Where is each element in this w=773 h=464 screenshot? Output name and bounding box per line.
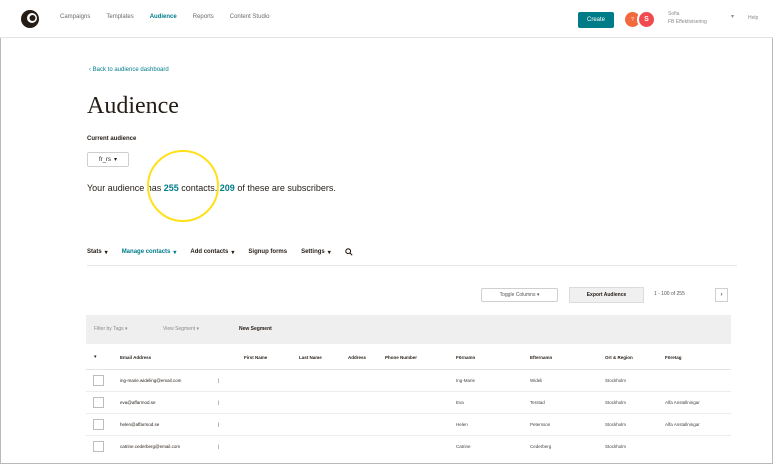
cell-edit-marker: | (218, 422, 220, 427)
subnav-settings-label: Settings (301, 249, 325, 255)
cell-email[interactable]: helen@affarmod.se (120, 422, 159, 427)
highlight-circle (147, 150, 219, 222)
help-link[interactable]: Help (748, 15, 758, 21)
search-icon[interactable] (345, 248, 353, 256)
table-row[interactable]: ing-marie.wideling@email.com | Ing-Marie… (86, 370, 731, 392)
chevron-down-icon: ▾ (173, 249, 177, 256)
subnav-manage-contacts-label: Manage contacts (121, 249, 171, 255)
cell-edit-marker: | (218, 444, 220, 449)
chevron-down-icon: ▾ (327, 249, 331, 256)
cell-ort: Stockholm (605, 400, 627, 405)
column-ort-region[interactable]: Ort & Region (605, 355, 633, 360)
next-page-button[interactable]: › (715, 288, 728, 302)
row-checkbox[interactable] (93, 397, 104, 408)
cell-ort: Stockholm (605, 378, 627, 383)
chevron-down-icon: ▾ (104, 249, 108, 256)
column-first-name[interactable]: First Name (244, 355, 267, 360)
back-to-dashboard-link[interactable]: ‹ Back to audience dashboard (89, 67, 169, 73)
audience-subnav: Stats ▾ Manage contacts ▾ Add contacts ▾ Si… (87, 248, 353, 256)
summary-suffix: of these are subscribers. (234, 183, 336, 193)
cell-fornamn: Catrine (456, 444, 471, 449)
table-row[interactable]: eva@affarmod.se | Eva Terstad Stockholm … (86, 392, 731, 414)
create-button[interactable]: Create (578, 12, 614, 28)
column-email[interactable]: Email Address (120, 355, 151, 360)
column-foretag[interactable]: Företag (665, 355, 682, 360)
cell-email[interactable]: catrine.cederberg@email.com (120, 444, 180, 449)
subnav-signup-forms[interactable]: Signup forms (248, 249, 287, 255)
nav-content-studio[interactable]: Content Studio (230, 14, 270, 20)
mailchimp-logo-icon[interactable] (20, 9, 40, 29)
top-navigation: Campaigns Templates Audience Reports Con… (0, 0, 773, 38)
subnav-stats[interactable]: Stats ▾ (87, 249, 108, 256)
toggle-columns-button[interactable]: Toggle Columns ▾ (481, 288, 558, 302)
row-checkbox[interactable] (93, 375, 104, 386)
account-name: Sofia (668, 11, 680, 17)
nav-campaigns[interactable]: Campaigns (60, 14, 90, 20)
cell-edit-marker: | (218, 378, 220, 383)
cell-efternamn: Cederberg (530, 444, 552, 449)
account-menu[interactable]: Sofia FB Effektivisering (668, 10, 707, 26)
cell-ort: Stockholm (605, 444, 627, 449)
cell-email[interactable]: ing-marie.wideling@email.com (120, 378, 181, 383)
avatar[interactable]: S (637, 10, 656, 29)
column-phone[interactable]: Phone Number (385, 355, 417, 360)
pagination-status: 1 - 100 of 255 (654, 291, 685, 297)
cell-foretag: Alfa Anstallningar (665, 400, 700, 405)
subscribers-count-link[interactable]: 209 (220, 183, 235, 193)
nav-templates[interactable]: Templates (106, 14, 133, 20)
subnav-add-contacts-label: Add contacts (190, 249, 229, 255)
filter-bar: Filter by Tags ▾ View Segment ▾ New Segm… (86, 315, 731, 344)
subnav-manage-contacts[interactable]: Manage contacts ▾ (122, 249, 177, 256)
page-title: Audience (87, 93, 179, 119)
column-last-name[interactable]: Last Name (299, 355, 322, 360)
audience-select-value: fr_rs (98, 156, 111, 163)
cell-efternamn: Wideli (530, 378, 543, 383)
export-audience-button[interactable]: Export Audience (569, 287, 644, 303)
table-row[interactable]: helen@affarmod.se | Helen Petersson Stoc… (86, 414, 731, 436)
column-address[interactable]: Address (348, 355, 366, 360)
audience-select[interactable]: fr_rs ▾ (87, 152, 129, 167)
subnav-add-contacts[interactable]: Add contacts ▾ (190, 249, 234, 256)
row-checkbox[interactable] (93, 419, 104, 430)
filter-by-tags-dropdown[interactable]: Filter by Tags ▾ (94, 326, 128, 332)
cell-edit-marker: | (218, 400, 220, 405)
column-fornamn[interactable]: Förnamn (456, 355, 475, 360)
subnav-signup-forms-label: Signup forms (248, 249, 288, 255)
subnav-stats-label: Stats (87, 249, 102, 255)
chevron-down-icon: ▾ (113, 157, 117, 163)
filter-by-tags-label: Filter by Tags (94, 326, 124, 332)
current-audience-label: Current audience (87, 136, 137, 142)
cell-fornamn: Helen (456, 422, 468, 427)
chevron-down-icon[interactable]: ▾ (731, 13, 734, 20)
nav-audience[interactable]: Audience (150, 14, 177, 20)
nav-reports[interactable]: Reports (193, 14, 214, 20)
cell-efternamn: Petersson (530, 422, 551, 427)
toggle-columns-label: Toggle Columns (499, 292, 536, 298)
subnav-divider (87, 265, 737, 266)
table-row[interactable]: catrine.cederberg@email.com | Catrine Ce… (86, 436, 731, 458)
column-efternamn[interactable]: Efternamn (530, 355, 552, 360)
view-segment-label: View Segment (163, 326, 196, 332)
view-segment-dropdown[interactable]: View Segment ▾ (163, 326, 199, 332)
cell-foretag: Alfa Anstallningar (665, 422, 700, 427)
row-checkbox[interactable] (93, 441, 104, 452)
chevron-down-icon[interactable]: ▾ (94, 354, 97, 360)
account-org: FB Effektivisering (668, 19, 707, 25)
chevron-down-icon: ▾ (231, 249, 235, 256)
cell-fornamn: Eva (456, 400, 464, 405)
cell-fornamn: Ing-Marie (456, 378, 476, 383)
cell-email[interactable]: eva@affarmod.se (120, 400, 156, 405)
table-header: ▾ Email Address First Name Last Name Add… (86, 344, 731, 370)
new-segment-button[interactable]: New Segment (239, 326, 272, 332)
cell-ort: Stockholm (605, 422, 627, 427)
cell-efternamn: Terstad (530, 400, 545, 405)
main-nav: Campaigns Templates Audience Reports Con… (60, 14, 269, 20)
subnav-settings[interactable]: Settings ▾ (301, 249, 331, 256)
